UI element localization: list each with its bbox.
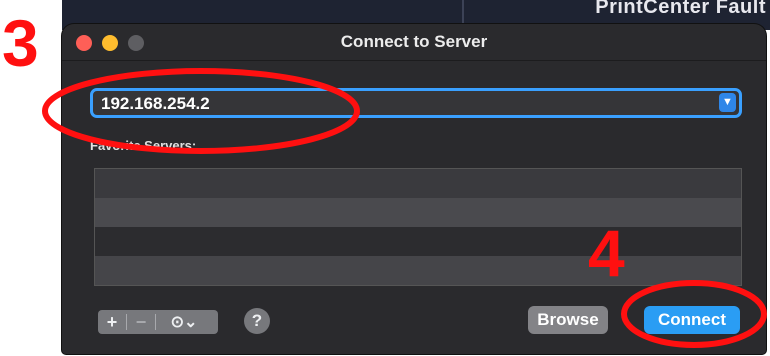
annotation-circle-connect <box>621 280 767 348</box>
annotation-circle-address <box>42 68 360 154</box>
annotation-overlay <box>42 68 767 348</box>
step-4-label: 4 <box>588 216 625 290</box>
step-3-label: 3 <box>2 6 39 80</box>
